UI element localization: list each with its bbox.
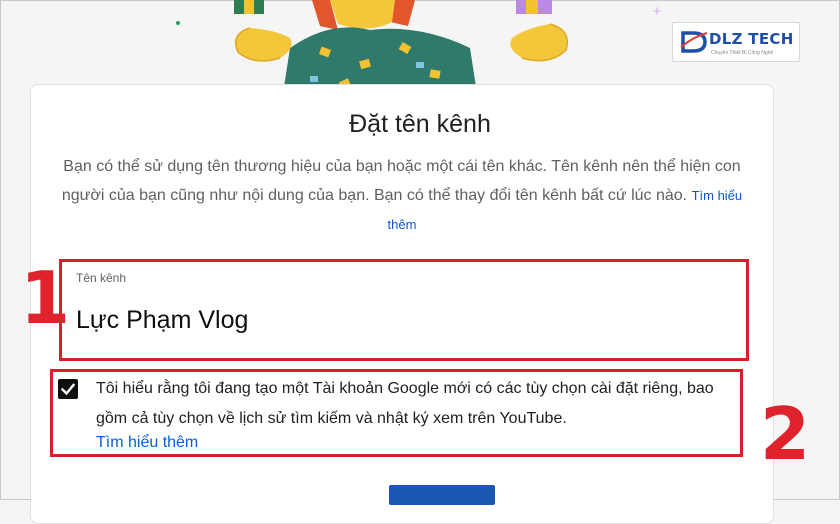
dialog-title: Đặt tên kênh [349,110,491,138]
dlz-tech-logo: DLZ TECH Chuyên Thiết Bị Công Nghệ [672,22,800,62]
logo-tagline: Chuyên Thiết Bị Công Nghệ [711,50,774,56]
dialog-description: Bạn có thể sử dụng tên thương hiệu của b… [60,152,744,239]
description-text: Bạn có thể sử dụng tên thương hiệu của b… [61,158,741,204]
dlz-logo-icon [680,31,708,53]
step-number-2: 2 [760,392,811,476]
logo-name: DLZ TECH [709,30,794,48]
sparkle-icon [652,6,662,16]
highlight-box-step-2 [50,369,743,457]
create-channel-button[interactable] [389,485,495,505]
step-number-1: 1 [20,256,71,340]
highlight-box-step-1 [59,259,749,361]
confetti-dot [176,21,180,25]
